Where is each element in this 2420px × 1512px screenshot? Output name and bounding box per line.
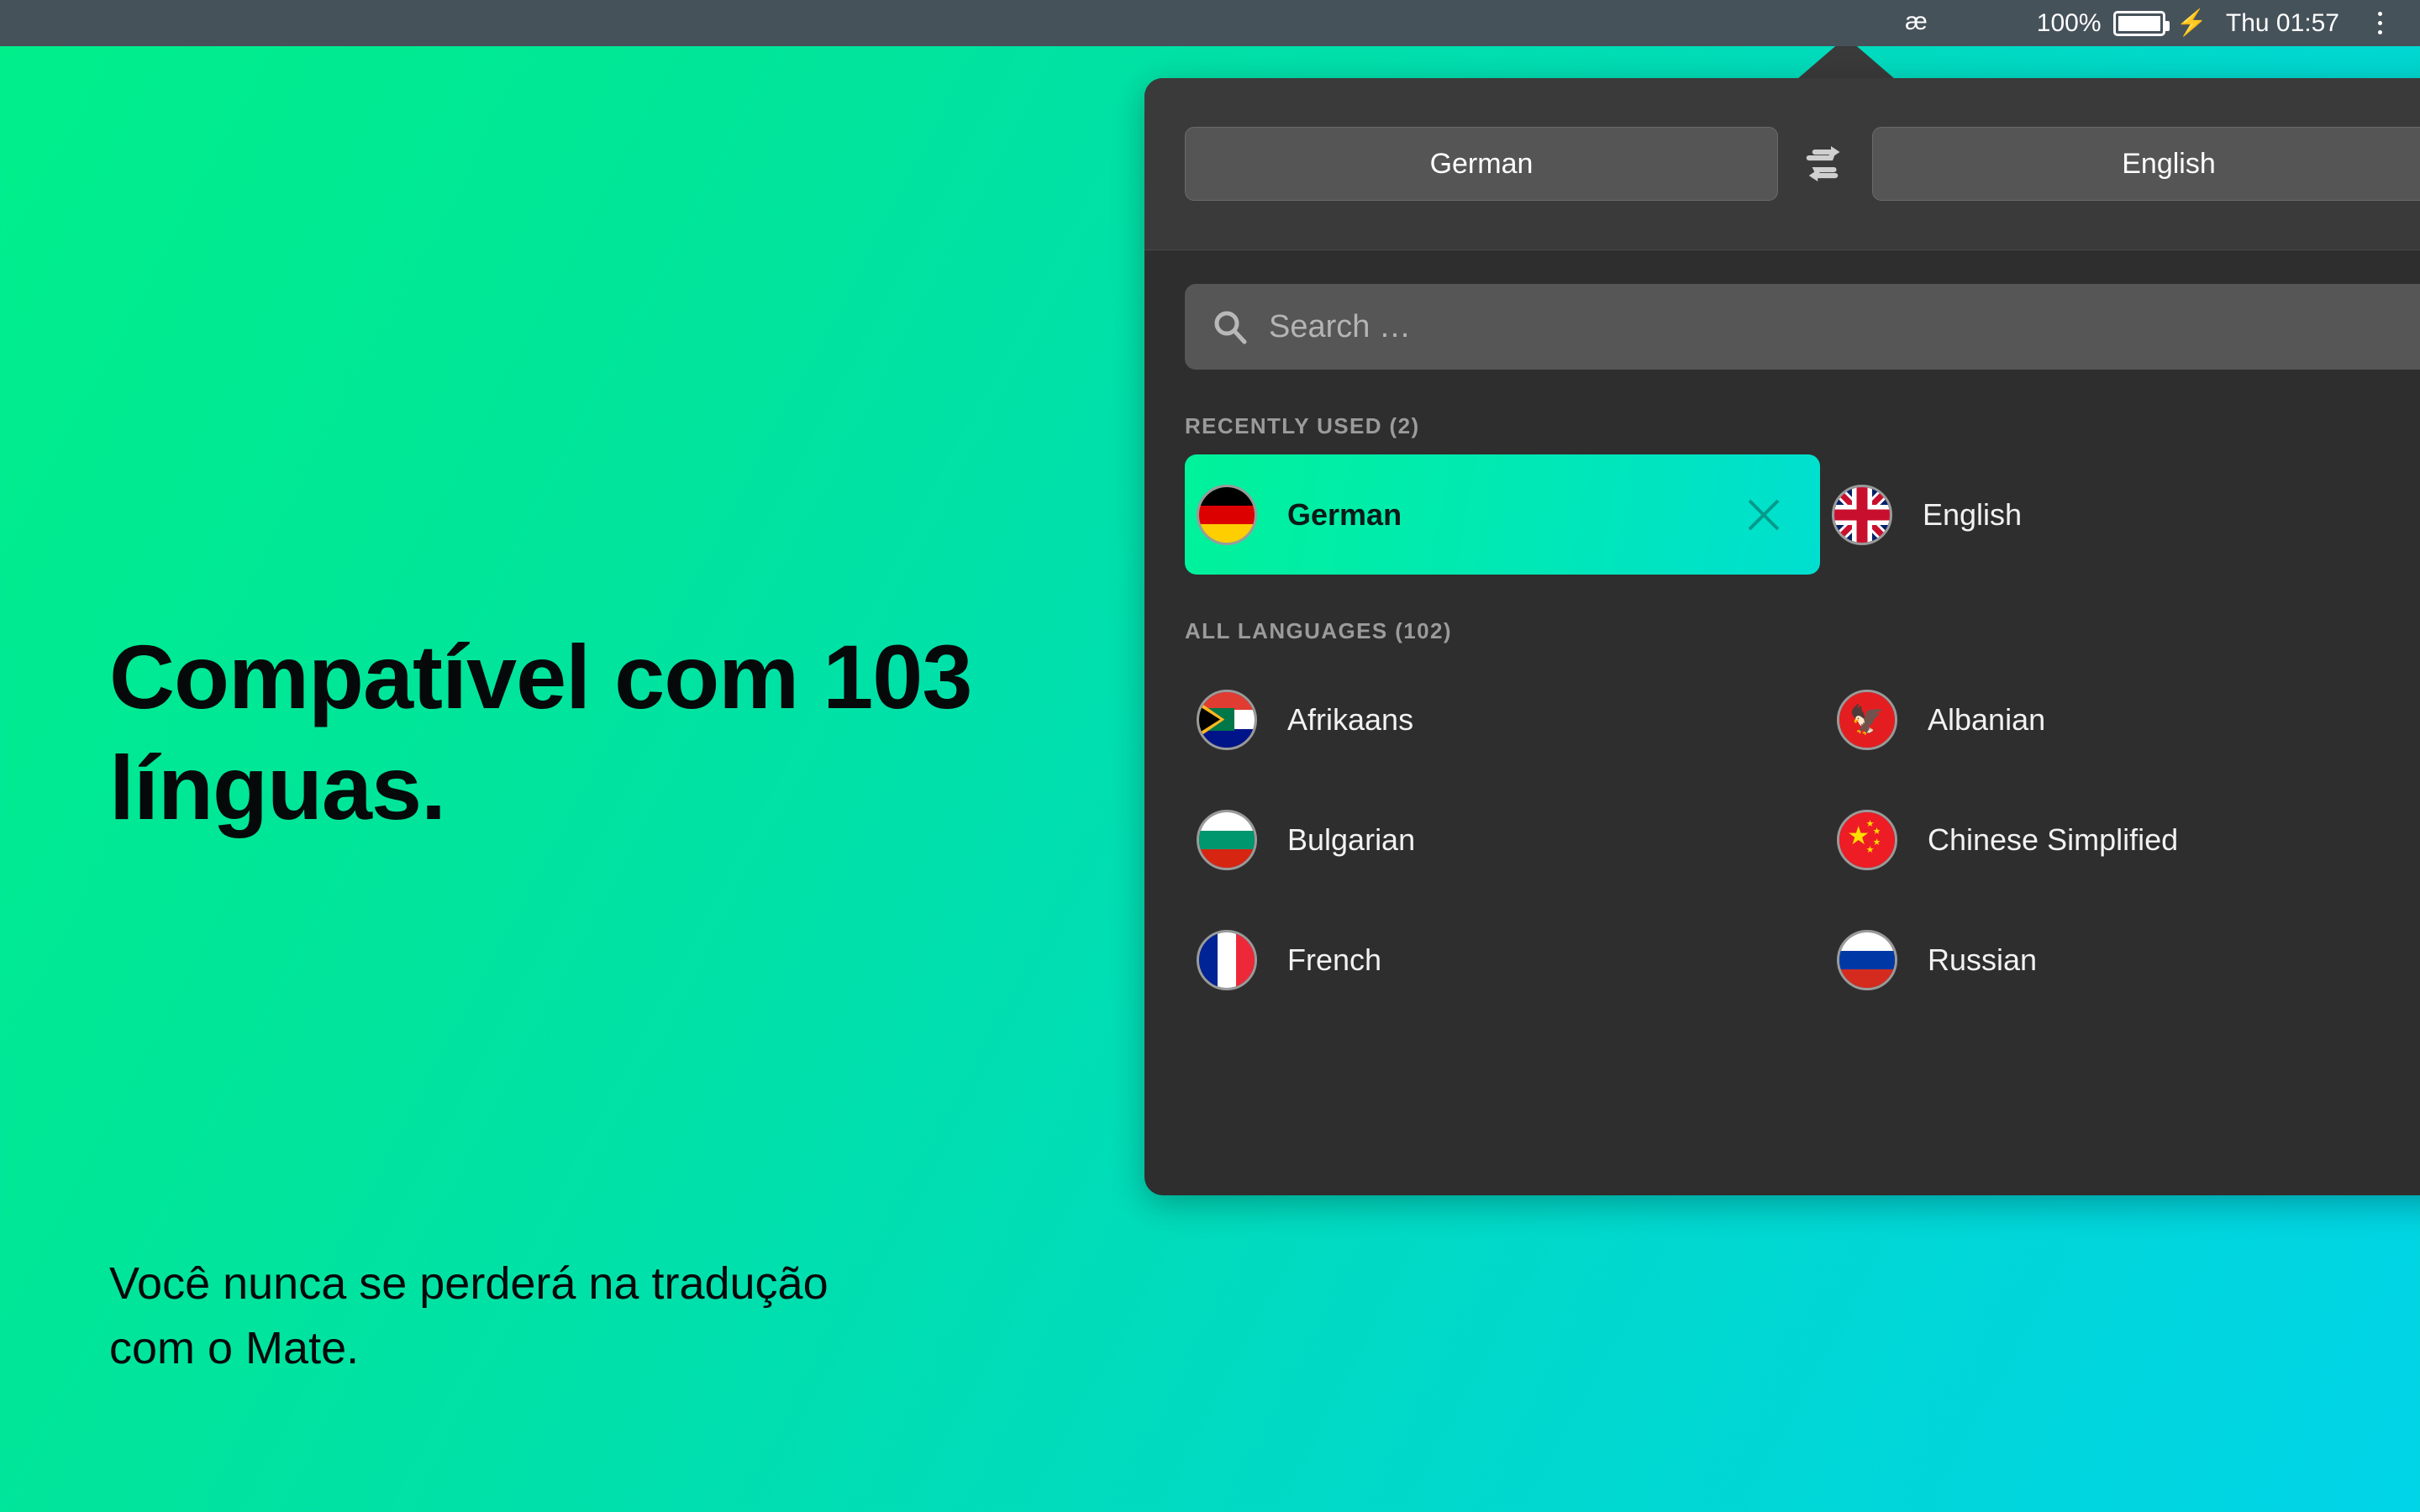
search-input[interactable] <box>1269 308 2420 345</box>
flag-al-icon: 🦅 <box>1837 689 1897 750</box>
menubar-clock[interactable]: Thu 01:57 <box>2226 10 2339 36</box>
language-row-chinese-simplified[interactable]: ★ ★ ★ ★ ★ Chinese Simplified <box>1825 780 2420 900</box>
flag-de-icon <box>1197 484 1257 545</box>
flag-cn-icon: ★ ★ ★ ★ ★ <box>1837 809 1897 870</box>
search-icon <box>1214 311 1247 344</box>
remove-language-button[interactable] <box>1744 496 1783 534</box>
mate-app-icon[interactable]: æ <box>1905 8 1928 34</box>
close-icon <box>1748 499 1780 530</box>
source-language-button[interactable]: German <box>1185 127 1778 201</box>
control-center-list-icon[interactable] <box>2366 12 2398 34</box>
language-name: Russian <box>1928 942 2038 977</box>
language-name: English <box>1923 496 2023 532</box>
search-field[interactable] <box>1185 284 2420 370</box>
all-languages-heading: ALL LANGUAGES (102) <box>1185 618 1452 643</box>
language-name: French <box>1287 942 1382 977</box>
page-headline: Compatível com 103 línguas. <box>109 626 972 838</box>
flag-ru-icon <box>1837 929 1897 990</box>
page-subheadline: Você nunca se perderá na tradução com o … <box>109 1258 829 1373</box>
language-name: Afrikaans <box>1287 701 1414 737</box>
flag-za-icon <box>1197 689 1257 750</box>
flag-bg-icon <box>1197 809 1257 870</box>
swap-arrows-icon <box>1806 146 1840 181</box>
charging-bolt-icon: ⚡ <box>2175 8 2207 37</box>
flag-fr-icon <box>1197 929 1257 990</box>
language-row-albanian[interactable]: 🦅 Albanian <box>1825 659 2420 780</box>
language-name: Albanian <box>1928 701 2046 737</box>
language-row-french[interactable]: French <box>1185 900 1825 1020</box>
language-row-bulgarian[interactable]: Bulgarian <box>1185 780 1825 900</box>
battery-percentage: 100% <box>2036 8 2102 37</box>
recently-used-list: German English <box>1185 454 2420 575</box>
battery-icon <box>2112 10 2170 36</box>
menu-bar: æ 100% ⚡ Thu 01:57 <box>0 0 2420 46</box>
language-name: German <box>1287 496 1402 532</box>
recently-used-heading: RECENTLY USED (2) <box>1185 413 1420 438</box>
flag-gb-icon <box>1832 484 1892 545</box>
swap-languages-button[interactable] <box>1778 127 1872 201</box>
popover-body: RECENTLY USED (2) German <box>1144 284 2420 1020</box>
language-row-german[interactable]: German <box>1185 454 1820 575</box>
language-row-russian[interactable]: Russian <box>1825 900 2420 1020</box>
language-name: Chinese Simplified <box>1928 822 2179 857</box>
popover-header: German English <box>1144 78 2420 250</box>
target-language-button[interactable]: English <box>1872 127 2420 201</box>
language-name: Bulgarian <box>1287 822 1416 857</box>
language-row-english[interactable]: English <box>1820 454 2420 575</box>
language-picker-popover: German English RECENTLY USED (2) <box>1144 78 2420 1195</box>
language-row-afrikaans[interactable]: Afrikaans <box>1185 659 1825 780</box>
all-languages-list: Afrikaans 🦅 Albanian Bulgarian ★ ★ ★ ★ ★… <box>1185 659 2420 1020</box>
